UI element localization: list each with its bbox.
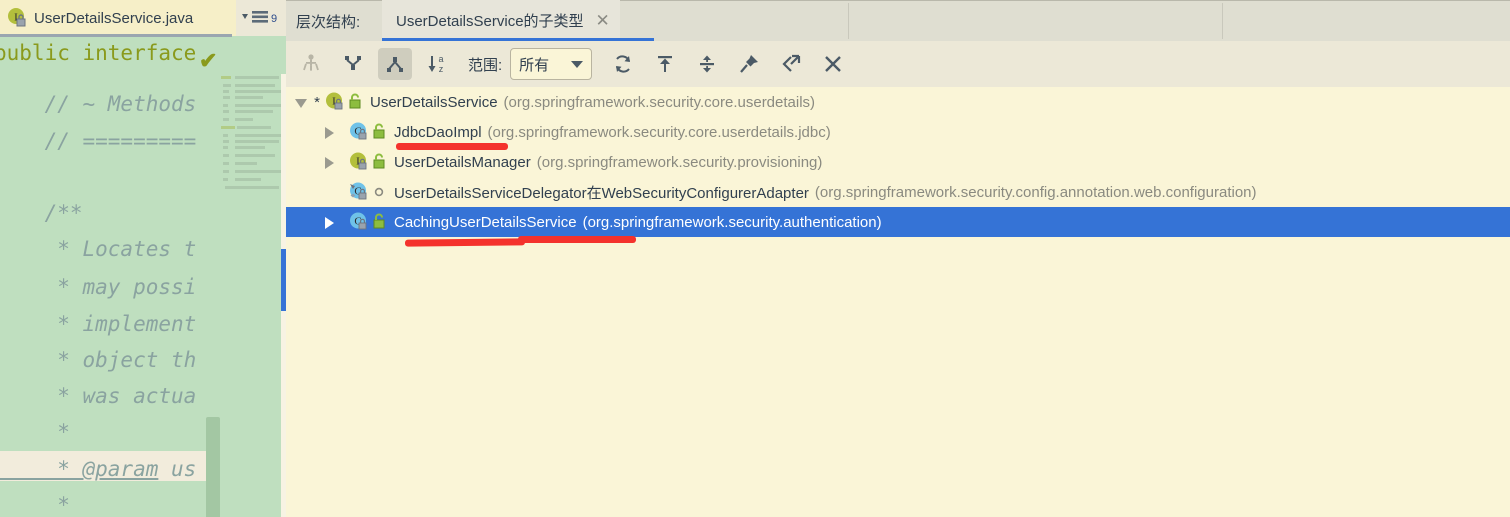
type-name: CachingUserDetailsService <box>394 213 577 231</box>
class-icon: C <box>348 212 370 232</box>
interface-locked-icon: I <box>6 7 28 29</box>
type-package: (org.springframework.security.core.userd… <box>487 123 831 141</box>
code-line: * object th <box>0 348 197 372</box>
chevron-down-icon[interactable] <box>292 93 310 111</box>
hierarchy-tabbar: 层次结构: UserDetailsService的子类型 ✕ <box>286 0 1510 41</box>
editor-minimap[interactable] <box>221 74 283 194</box>
subtypes-hierarchy-icon[interactable] <box>378 48 412 80</box>
public-lock-icon <box>370 152 390 172</box>
code-line: * Locates t <box>0 237 197 261</box>
hierarchy-toolbar: a z 范围: 所有 <box>286 41 1510 87</box>
scope-label: 范围: <box>468 56 503 74</box>
table-row[interactable]: I UserDetailsManager (org.springframewor… <box>286 147 1510 177</box>
type-name: UserDetailsManager <box>394 153 531 171</box>
scope-value: 所有 <box>519 56 550 74</box>
svg-text:9: 9 <box>271 13 277 25</box>
public-lock-icon <box>370 212 390 232</box>
class-icon: C <box>348 122 370 142</box>
close-icon[interactable]: ✕ <box>596 12 610 29</box>
refresh-icon[interactable] <box>606 48 640 80</box>
chevron-down-icon <box>571 60 584 68</box>
type-package: (org.springframework.security.provisioni… <box>536 153 823 171</box>
tabbar-divider <box>1222 3 1223 39</box>
tab-label: UserDetailsService的子类型 <box>396 13 584 30</box>
table-row-selected[interactable]: C CachingUserDetailsService (org.springf… <box>286 207 1510 237</box>
editor-tab-userdetailsservice[interactable]: I UserDetailsService.java <box>0 0 232 36</box>
chevron-right-icon[interactable] <box>320 213 338 231</box>
type-hierarchy-icon[interactable] <box>294 48 328 80</box>
sort-alphabetically-icon[interactable]: a z <box>420 48 454 80</box>
hierarchy-tree[interactable]: * I UserDetailsService (org.springframew… <box>286 87 1510 517</box>
interface-icon: I <box>348 152 370 172</box>
scope-dropdown[interactable]: 所有 <box>510 48 593 80</box>
code-line: * <box>0 493 70 517</box>
code-line: public interface <box>0 41 197 65</box>
table-row[interactable]: * I UserDetailsService (org.springframew… <box>286 87 1510 117</box>
chevron-right-icon[interactable] <box>320 123 338 141</box>
public-lock-icon <box>370 122 390 142</box>
code-line: * <box>0 420 70 444</box>
export-icon[interactable] <box>774 48 808 80</box>
type-name: UserDetailsServiceDelegator在WebSecurityC… <box>394 184 809 202</box>
type-package: (org.springframework.security.core.userd… <box>503 93 816 111</box>
editor-tabbar: I UserDetailsService.java 9 <box>0 0 286 37</box>
code-line: // ========= <box>0 129 197 153</box>
supertypes-hierarchy-icon[interactable] <box>336 48 370 80</box>
type-name: UserDetailsService <box>370 93 498 111</box>
table-row[interactable]: C UserDetailsServiceDelegator在WebSecurit… <box>286 177 1510 207</box>
close-icon[interactable] <box>816 48 850 80</box>
code-line: /** <box>0 201 83 225</box>
public-lock-icon <box>346 92 366 112</box>
root-star-marker: * <box>314 93 320 111</box>
tabbar-divider <box>848 3 849 39</box>
type-package: (org.springframework.security.authentica… <box>582 213 882 231</box>
code-line: * implement <box>0 312 197 336</box>
expand-all-icon[interactable] <box>648 48 682 80</box>
editor-code-area[interactable]: public interface // ~ Methods // =======… <box>0 37 286 517</box>
pin-icon[interactable] <box>732 48 766 80</box>
svg-text:z: z <box>439 64 444 74</box>
tab-subtypes-hierarchy[interactable]: UserDetailsService的子类型 ✕ <box>382 0 620 41</box>
code-line: // ~ Methods <box>0 92 197 116</box>
editor-scrollbar-thumb[interactable] <box>206 417 220 517</box>
interface-icon: I <box>324 92 346 112</box>
code-line: * was actua <box>0 384 197 408</box>
editor-tab-label: UserDetailsService.java <box>34 9 194 27</box>
collapse-all-icon[interactable] <box>690 48 724 80</box>
type-package: (org.springframework.security.config.ann… <box>814 183 1257 201</box>
hierarchy-panel-title: 层次结构: <box>296 14 361 31</box>
code-line: * may possi <box>0 275 197 299</box>
hierarchy-pane: 层次结构: UserDetailsService的子类型 ✕ a z 范围: 所… <box>286 0 1510 517</box>
package-private-icon <box>370 182 390 202</box>
type-name: JdbcDaoImpl <box>394 123 482 141</box>
red-underline-jdbcdaoimpl <box>396 143 508 150</box>
editor-pane: I UserDetailsService.java 9 public inter… <box>0 0 286 517</box>
chevron-right-icon[interactable] <box>320 153 338 171</box>
twisty-placeholder <box>320 183 338 201</box>
inspection-ok-checkmark: ✔ <box>199 48 218 73</box>
app-window: I UserDetailsService.java 9 public inter… <box>0 0 1510 517</box>
problems-indicator[interactable]: 9 <box>236 0 286 36</box>
red-underline-cachinguserdetailsservice-2 <box>518 236 636 243</box>
red-underline-cachinguserdetailsservice <box>404 238 526 247</box>
svg-text:a: a <box>438 54 443 64</box>
inner-class-icon: C <box>348 182 370 202</box>
code-line-param: * @param us <box>0 457 197 481</box>
